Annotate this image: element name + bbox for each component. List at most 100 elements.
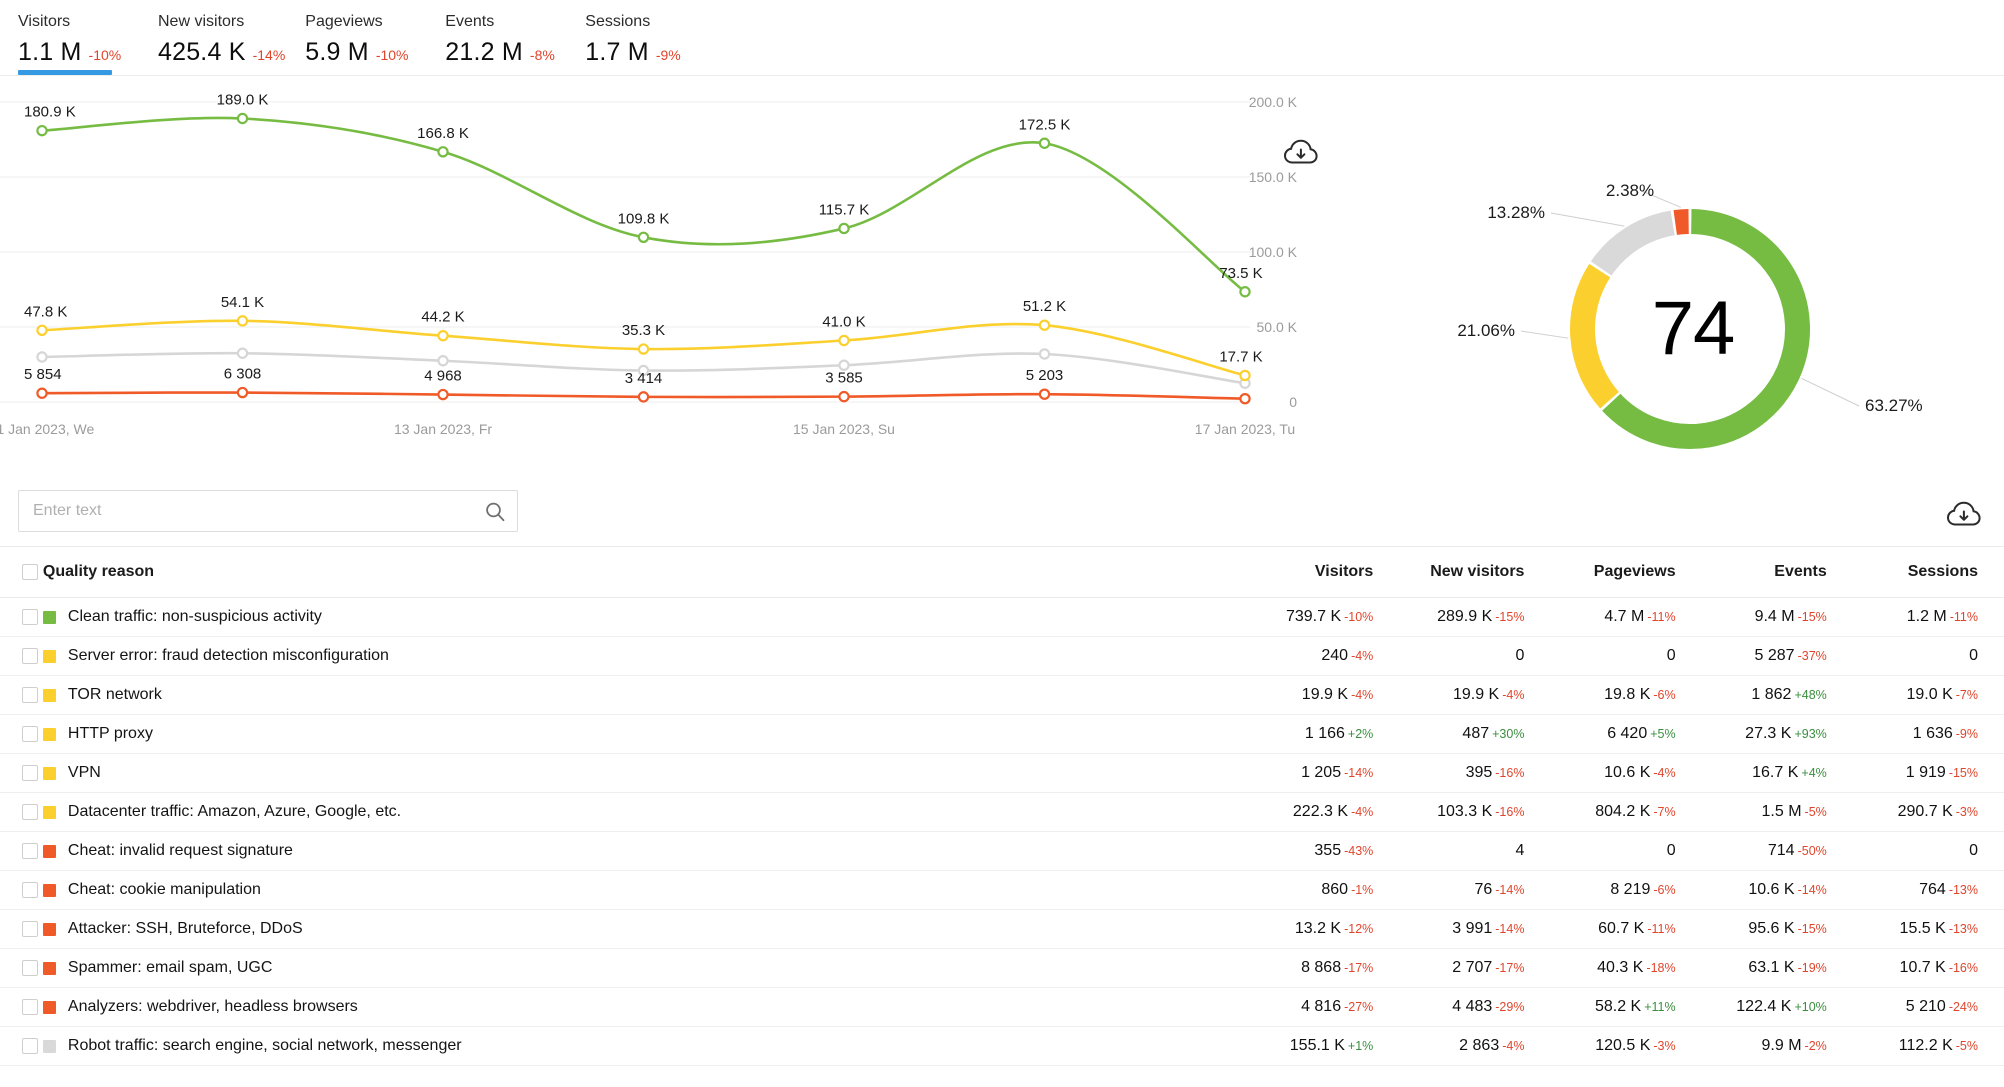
metric-cell: 4 816 -27% [1248,987,1400,1027]
table-row[interactable]: HTTP proxy 1 166 +2% 487 +30% 6 420 +5% 27.3 K +… [0,714,2004,754]
quality-reason-table: Quality reason Visitors New visitors Pagevi… [0,546,2004,1066]
column-header-new-visitors[interactable]: New visitors [1399,547,1551,598]
chart-data-point[interactable] [1038,137,1051,149]
kpi-tab-events[interactable]: Events 21.2 M -8% [445,12,565,74]
search-icon[interactable] [483,500,507,524]
donut-segment-suspicious[interactable] [1570,263,1620,409]
metric-value: 27.3 K [1745,725,1792,742]
metric-cell: 10.6 K -14% [1701,870,1853,910]
chart-data-point[interactable] [437,329,449,342]
chart-data-point[interactable] [437,146,449,158]
chart-data-point[interactable] [36,351,48,363]
search-box[interactable] [18,490,518,532]
table-row[interactable]: Spammer: email spam, UGC 8 868 -17% 2 707 -1… [0,948,2004,988]
y-axis-tick-label: 50.0 K [1257,319,1298,335]
table-row[interactable]: VPN 1 205 -14% 395 -16% 10.6 K -4% 16.7 K +4% 1 9… [0,753,2004,793]
metric-value: 1.2 M [1906,608,1947,625]
row-checkbox[interactable] [22,998,39,1015]
select-all-checkbox[interactable] [22,563,39,580]
chart-data-point[interactable] [236,315,249,327]
row-checkbox[interactable] [22,686,39,703]
donut-segment-clean-traffic[interactable] [1602,209,1810,449]
quality-reason-cell: Cheat: invalid request signature [42,831,1249,871]
metric-delta: -4% [1653,766,1676,780]
chart-data-point[interactable] [637,231,650,243]
donut-segment-malicious[interactable] [1673,209,1689,235]
table-row[interactable]: Attacker: SSH, Bruteforce, DDoS 13.2 K -12… [0,909,2004,949]
table-row[interactable]: Cheat: cookie manipulation 860 -1% 76 -14% 8 … [0,870,2004,910]
chart-data-point[interactable] [437,355,449,367]
chart-data-point[interactable] [838,222,850,235]
quality-reason-label: Datacenter traffic: Amazon, Azure, Googl… [67,803,402,820]
chart-data-point[interactable] [437,388,449,401]
metric-cell: 8 219 -6% [1550,870,1702,910]
chart-data-point[interactable] [637,391,650,403]
metric-value: 222.3 K [1292,803,1349,820]
chart-data-point[interactable] [1038,319,1051,331]
table-row[interactable]: Server error: fraud detection misconfigu… [0,636,2004,676]
chart-data-point[interactable] [36,124,48,137]
row-checkbox[interactable] [22,608,39,625]
table-row[interactable]: Cheat: invalid request signature 355 -43% 4… [0,831,2004,871]
y-axis-tick-label: 100.0 K [1249,244,1298,260]
row-checkbox[interactable] [22,647,39,664]
kpi-value: 21.2 M [445,38,523,66]
quality-reason-cell: Robot traffic: search engine, social net… [42,1026,1249,1066]
cloud-download-icon[interactable] [1946,498,1982,532]
chart-data-point[interactable] [1239,393,1251,405]
row-checkbox[interactable] [22,803,39,820]
quality-reason-cell: TOR network [42,675,1249,715]
metric-value: 122.4 K [1736,998,1792,1015]
metric-delta: -14% [1344,766,1374,780]
chart-data-point[interactable] [637,343,650,355]
kpi-tab-sessions[interactable]: Sessions 1.7 M -9% [585,12,705,74]
chart-data-point[interactable] [838,334,850,347]
quality-reason-cell: Analyzers: webdriver, headless browsers [42,987,1249,1027]
search-input[interactable] [19,491,517,531]
table-row[interactable]: Robot traffic: search engine, social net… [0,1026,2004,1066]
category-color-swatch [42,844,56,858]
table-row[interactable]: Analyzers: webdriver, headless browsers 4… [0,987,2004,1027]
chart-data-point[interactable] [236,386,249,399]
chart-data-point[interactable] [236,347,249,359]
chart-data-point[interactable] [36,387,48,399]
chart-data-point[interactable] [36,324,48,336]
row-checkbox[interactable] [22,1037,39,1054]
chart-data-point[interactable] [236,112,249,125]
kpi-label: Events [445,13,495,30]
metric-value: 6 420 [1607,725,1648,742]
column-header-quality-reason[interactable]: Quality reason [42,547,1249,598]
metric-delta: -4% [1502,1039,1525,1053]
row-checkbox[interactable] [22,764,39,781]
metric-cell: 58.2 K +11% [1550,987,1702,1027]
column-header-pageviews[interactable]: Pageviews [1550,547,1702,598]
kpi-tab-pageviews[interactable]: Pageviews 5.9 M -10% [305,12,425,74]
chart-data-point[interactable] [1239,286,1251,298]
row-checkbox[interactable] [22,842,39,859]
table-row[interactable]: Clean traffic: non-suspicious activity 73… [0,597,2004,637]
row-checkbox[interactable] [22,725,39,742]
row-checkbox[interactable] [22,920,39,937]
chart-data-point[interactable] [838,359,850,371]
row-checkbox[interactable] [22,881,39,898]
column-header-events[interactable]: Events [1701,547,1853,598]
chart-data-point[interactable] [1038,348,1051,360]
table-row[interactable]: TOR network 19.9 K -4% 19.9 K -4% 19.8 K -6% 1 … [0,675,2004,715]
kpi-tab-visitors[interactable]: Visitors 1.1 M -10% [18,12,138,75]
kpi-tab-new-visitors[interactable]: New visitors 425.4 K -14% [158,12,285,74]
quality-reason-cell: Cheat: cookie manipulation [42,870,1249,910]
metric-cell: 6 420 +5% [1550,714,1702,754]
chart-data-point[interactable] [1239,369,1251,382]
chart-data-point[interactable] [1038,388,1051,400]
row-checkbox[interactable] [22,959,39,976]
donut-segment-robot-traffic[interactable] [1590,210,1676,276]
metric-cell: 155.1 K +1% [1248,1026,1400,1066]
kpi-delta: -8% [529,47,555,63]
column-header-visitors[interactable]: Visitors [1248,547,1400,598]
table-row[interactable]: Datacenter traffic: Amazon, Azure, Googl… [0,792,2004,832]
chart-data-point[interactable] [838,390,850,403]
category-color-swatch [42,961,56,975]
metric-delta: -10% [1344,610,1374,624]
row-select-cell [0,987,43,1027]
column-header-sessions[interactable]: Sessions [1852,547,2004,598]
